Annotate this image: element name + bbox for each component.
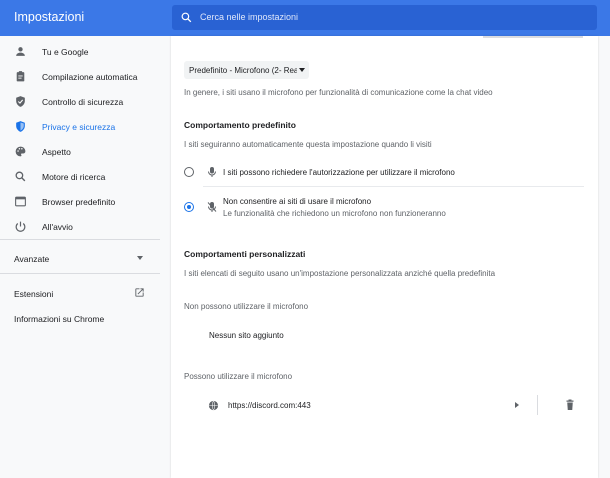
sidebar-item-appearance[interactable]: Aspetto <box>0 140 160 165</box>
sidebar-item-search-engine[interactable]: Motore di ricerca <box>0 165 160 190</box>
microphone-select-value: Predefinito - Microfono (2- Realtek <box>189 66 297 75</box>
radio-block-sublabel: Le funzionalità che richiedono un microf… <box>223 209 446 218</box>
shield-icon <box>16 121 25 132</box>
shield-check-icon <box>16 96 25 107</box>
blocked-list-empty: Nessun sito aggiunto <box>209 331 284 340</box>
sidebar-item-label: Aspetto <box>42 147 71 157</box>
search-input[interactable]: Cerca nelle impostazioni <box>200 12 298 22</box>
sidebar-item-label: Motore di ricerca <box>42 172 106 182</box>
option-divider <box>203 186 584 187</box>
row-divider <box>537 395 538 415</box>
radio-block-label: Non consentire ai siti di usare il micro… <box>223 197 372 206</box>
microphone-icon <box>208 167 216 177</box>
allowed-list-title: Possono utilizzare il microfono <box>184 372 293 381</box>
microphone-off-icon <box>207 202 217 212</box>
browser-icon <box>15 196 26 207</box>
top-bar: Impostazioni Cerca nelle impostazioni <box>0 0 610 36</box>
sidebar-item-autofill[interactable]: Compilazione automatica <box>0 65 160 90</box>
sidebar-divider <box>0 273 160 274</box>
person-icon <box>16 47 25 56</box>
sidebar-item-label: Browser predefinito <box>42 197 116 207</box>
sidebar-item-label: Compilazione automatica <box>42 72 138 82</box>
sidebar-item-about-chrome[interactable]: Informazioni su Chrome <box>14 314 104 324</box>
radio-allow-ask[interactable] <box>184 167 194 177</box>
search-icon <box>15 171 26 182</box>
chevron-down-icon[interactable] <box>137 256 143 260</box>
advanced-toggle[interactable]: Avanzate <box>14 254 49 264</box>
app-title: Impostazioni <box>14 10 85 24</box>
sidebar-item-default-browser[interactable]: Browser predefinito <box>0 190 160 215</box>
radio-block[interactable] <box>184 202 194 212</box>
chevron-down-icon <box>299 68 305 72</box>
sidebar-item-label: Tu e Google <box>42 47 89 57</box>
microphone-select[interactable]: Predefinito - Microfono (2- Realtek <box>184 61 309 79</box>
trash-icon[interactable] <box>565 399 575 411</box>
custom-behavior-title: Comportamenti personalizzati <box>184 249 306 259</box>
default-behavior-description: I siti seguiranno automaticamente questa… <box>184 140 432 149</box>
custom-behavior-description: I siti elencati di seguito usano un'impo… <box>184 269 496 278</box>
open-in-new-icon[interactable] <box>134 287 145 298</box>
sidebar-item-privacy[interactable]: Privacy e sicurezza <box>0 115 160 140</box>
sidebar-divider <box>0 239 160 240</box>
default-behavior-title: Comportamento predefinito <box>184 120 296 130</box>
sidebar-item-you-and-google[interactable]: Tu e Google <box>0 40 160 65</box>
power-icon <box>15 221 26 232</box>
sidebar-item-safety-check[interactable]: Controllo di sicurezza <box>0 90 160 115</box>
sidebar-item-on-startup[interactable]: All'avvio <box>0 215 160 240</box>
sidebar-item-label: Controllo di sicurezza <box>42 97 124 107</box>
site-url: https://discord.com:443 <box>228 401 311 410</box>
globe-icon <box>208 400 219 411</box>
chevron-right-icon[interactable] <box>515 402 519 408</box>
list-item[interactable]: https://discord.com:443 <box>171 392 598 417</box>
search-icon <box>181 12 192 23</box>
search-box[interactable]: Cerca nelle impostazioni <box>172 5 597 30</box>
palette-icon <box>15 146 26 157</box>
sidebar: Tu e Google Compilazione automatica Cont… <box>0 36 160 478</box>
radio-allow-ask-label: I siti possono richiedere l'autorizzazio… <box>223 168 455 177</box>
blocked-list-title: Non possono utilizzare il microfono <box>184 302 309 311</box>
sidebar-item-label: Privacy e sicurezza <box>42 122 116 132</box>
panel-edge <box>483 36 583 38</box>
device-hint: In genere, i siti usano il microfono per… <box>184 88 493 97</box>
clipboard-icon <box>16 71 25 82</box>
settings-panel: Predefinito - Microfono (2- Realtek In g… <box>171 36 598 478</box>
sidebar-item-extensions[interactable]: Estensioni <box>14 289 53 299</box>
sidebar-item-label: All'avvio <box>42 222 73 232</box>
